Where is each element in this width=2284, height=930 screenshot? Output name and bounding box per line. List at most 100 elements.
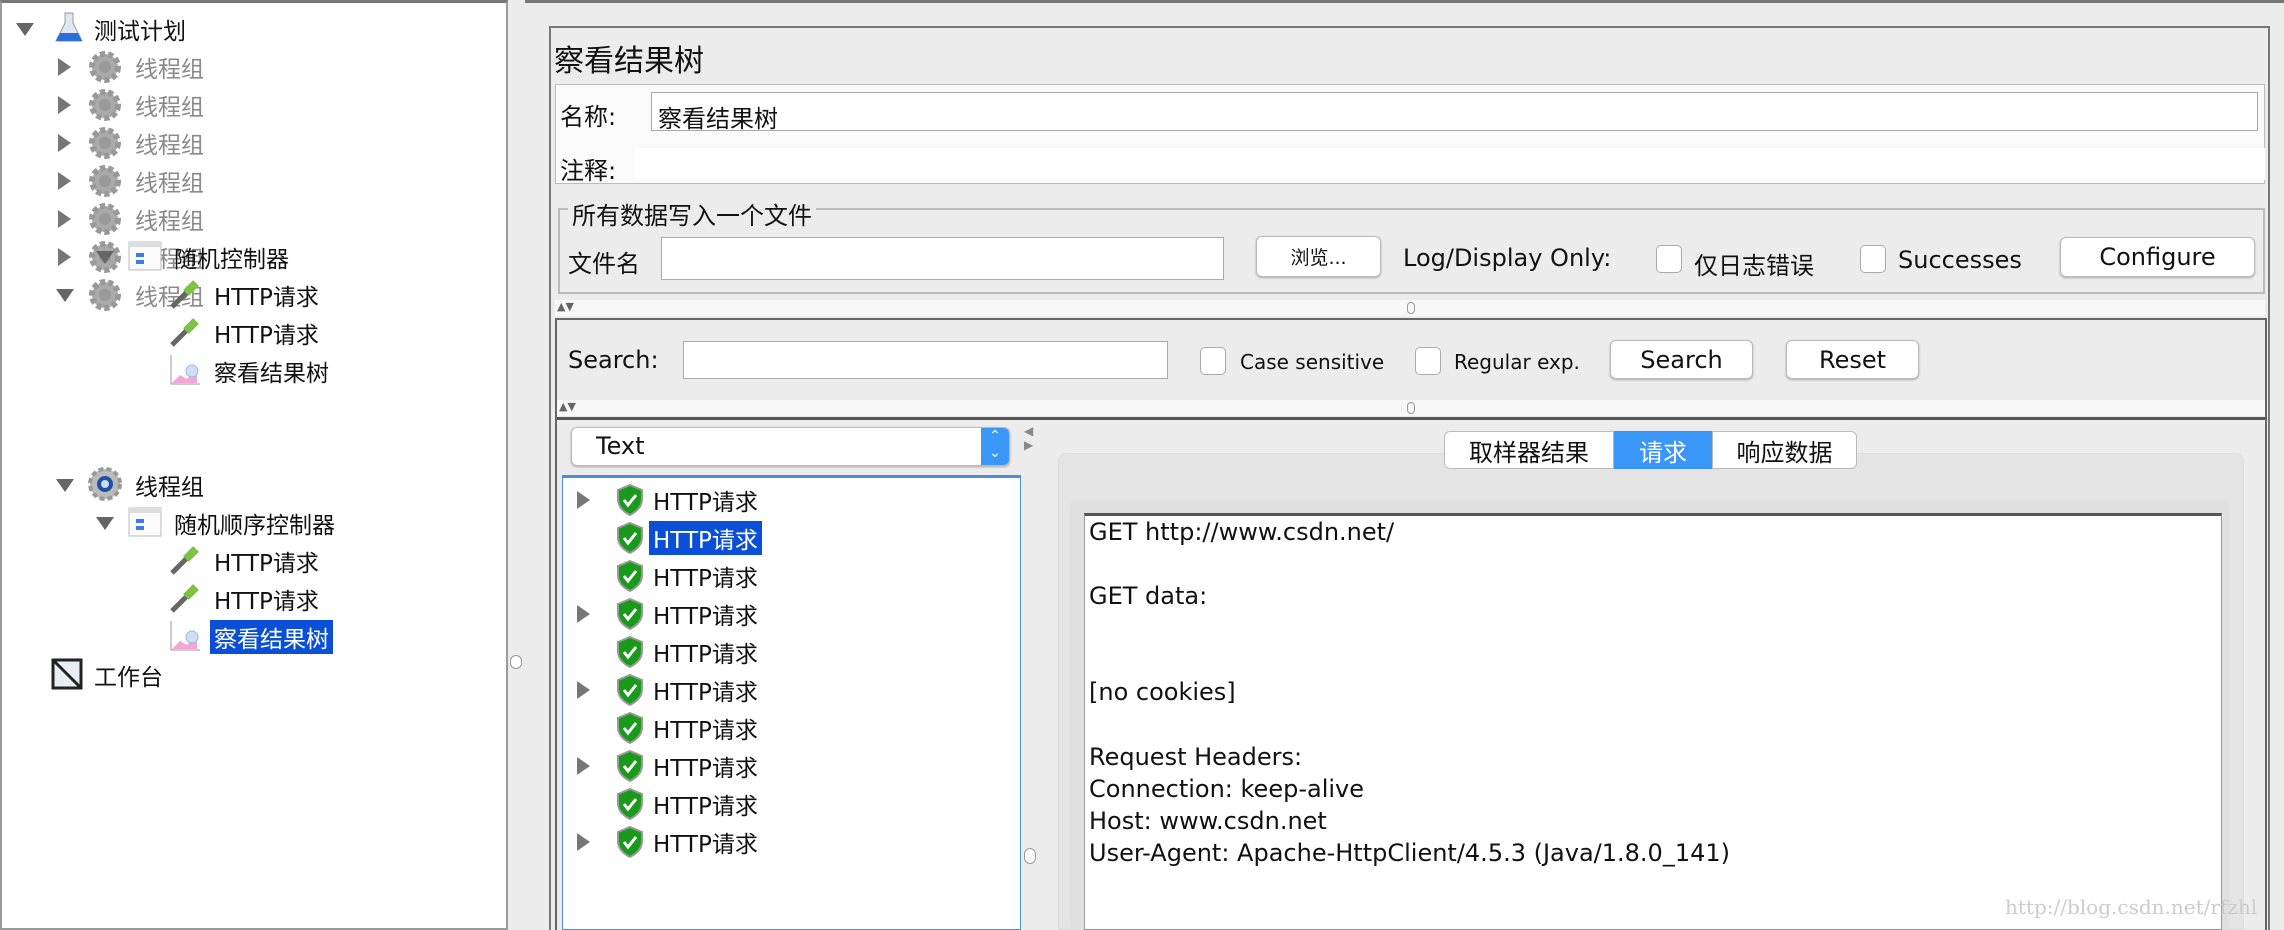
expand-toggle-icon[interactable] — [58, 134, 71, 152]
tree-label: 工作台 — [94, 665, 163, 691]
tree-label: 随机控制器 — [174, 247, 289, 273]
search-input[interactable] — [683, 341, 1168, 379]
tree-label: HTTP请求 — [214, 285, 319, 311]
sample-label: HTTP请求 — [653, 604, 758, 630]
tree-label: 线程组 — [135, 475, 204, 501]
http-sampler-icon — [170, 584, 199, 613]
success-shield-icon — [617, 597, 643, 631]
tab-0[interactable]: 取样器结果 — [1444, 431, 1614, 469]
tree-label: HTTP请求 — [214, 551, 319, 577]
configure-button[interactable]: Configure — [2060, 237, 2255, 277]
controller-icon — [128, 241, 162, 271]
case-sensitive-label: Case sensitive — [1240, 350, 1385, 374]
collapse-arrows-icon[interactable]: ◀ ▶ — [1024, 424, 1033, 452]
select-arrows-icon: ⌃ ⌄ — [981, 428, 1009, 465]
tree-label: 线程组 — [135, 209, 204, 235]
sample-label: HTTP请求 — [653, 642, 758, 668]
expand-toggle-icon[interactable] — [58, 96, 71, 114]
name-input[interactable]: 察看结果树 — [651, 92, 2258, 133]
gear-icon — [88, 467, 122, 501]
sample-label: HTTP请求 — [653, 794, 758, 820]
expand-toggle-icon[interactable] — [577, 833, 590, 851]
results-tree-icon — [170, 355, 200, 385]
success-shield-icon — [617, 787, 643, 821]
reset-button[interactable]: Reset — [1786, 340, 1919, 379]
http-sampler-icon — [170, 546, 199, 575]
expand-toggle-icon[interactable] — [56, 479, 74, 492]
expand-toggle-icon[interactable] — [577, 491, 590, 509]
tree-label: 线程组 — [135, 57, 204, 83]
expand-toggle-icon[interactable] — [58, 58, 71, 76]
file-legend: 所有数据写入一个文件 — [568, 196, 816, 231]
workbench-icon — [51, 658, 83, 690]
request-text-line: [no cookies] — [1089, 678, 1236, 706]
regex-checkbox[interactable] — [1415, 347, 1441, 375]
request-text-line: Request Headers: — [1089, 743, 1303, 771]
tree-label: HTTP请求 — [214, 323, 319, 349]
page-title: 察看结果树 — [554, 44, 704, 79]
expand-toggle-icon[interactable] — [16, 23, 34, 36]
filename-input[interactable] — [661, 237, 1224, 280]
success-shield-icon — [617, 749, 643, 783]
split-divider[interactable] — [508, 0, 525, 930]
success-shield-icon — [617, 483, 643, 517]
errors-only-label: 仅日志错误 — [1694, 252, 1814, 280]
http-sampler-icon — [170, 280, 199, 309]
request-text-area[interactable] — [1084, 513, 2222, 930]
sample-label: HTTP请求 — [649, 521, 762, 555]
expand-toggle-icon[interactable] — [58, 172, 71, 190]
request-text-line: User-Agent: Apache-HttpClient/4.5.3 (Jav… — [1089, 839, 1730, 867]
errors-only-checkbox[interactable] — [1656, 245, 1682, 273]
log-display-label: Log/Display Only: — [1403, 244, 1612, 272]
splitter-handle[interactable]: ▲▼ — [557, 400, 2265, 416]
tab-2[interactable]: 响应数据 — [1712, 431, 1857, 469]
tree-label: 测试计划 — [94, 19, 186, 45]
success-shield-icon — [617, 673, 643, 707]
request-text-line: GET http://www.csdn.net/ — [1089, 518, 1395, 546]
renderer-select[interactable]: Text ⌃ ⌄ — [571, 427, 1010, 466]
success-shield-icon — [617, 559, 643, 593]
sample-label: HTTP请求 — [653, 832, 758, 858]
gear-icon-disabled — [89, 165, 121, 197]
search-button[interactable]: Search — [1610, 340, 1753, 379]
test-plan-tree[interactable]: 测试计划 线程组 线程组 线程组 线程组 线程组 线程组 线程组 随机控制器 HTTP请求 H… — [0, 0, 508, 930]
tree-label: 线程组 — [135, 171, 204, 197]
expand-toggle-icon[interactable] — [56, 289, 74, 302]
splitter-handle[interactable] — [1024, 848, 1036, 864]
sample-label: HTTP请求 — [653, 680, 758, 706]
filename-label: 文件名 — [568, 250, 640, 278]
expand-toggle-icon[interactable] — [58, 248, 71, 266]
success-shield-icon — [617, 521, 643, 555]
tree-label: 察看结果树 — [210, 620, 333, 654]
request-text-line: Connection: keep-alive — [1089, 775, 1364, 803]
http-sampler-icon — [170, 318, 199, 347]
sample-label: HTTP请求 — [653, 756, 758, 782]
sample-label: HTTP请求 — [653, 718, 758, 744]
comment-input[interactable] — [635, 148, 2265, 180]
renderer-value: Text — [596, 432, 645, 460]
tree-label: 线程组 — [135, 133, 204, 159]
expand-toggle-icon[interactable] — [577, 681, 590, 699]
expand-toggle-icon[interactable] — [577, 757, 590, 775]
comment-label: 注释: — [560, 157, 617, 185]
tab-1[interactable]: 请求 — [1614, 431, 1712, 469]
sample-label: HTTP请求 — [653, 490, 758, 516]
case-sensitive-checkbox[interactable] — [1200, 347, 1226, 375]
tree-label: 随机顺序控制器 — [174, 513, 335, 539]
gear-icon-disabled — [89, 51, 121, 83]
gear-icon-disabled — [89, 89, 121, 121]
name-label: 名称: — [560, 103, 617, 131]
gear-icon-disabled — [89, 127, 121, 159]
expand-toggle-icon[interactable] — [96, 517, 114, 530]
sample-results-list[interactable]: HTTP请求 HTTP请求 HTTP请求 HTTP请求 HTTP请求 HTTP请求 HTTP… — [562, 475, 1021, 930]
expand-toggle-icon[interactable] — [58, 210, 71, 228]
tree-label: 察看结果树 — [214, 361, 329, 387]
success-shield-icon — [617, 825, 643, 859]
expand-toggle-icon[interactable] — [577, 605, 590, 623]
successes-label: Successes — [1898, 246, 2022, 274]
browse-button[interactable]: 浏览... — [1256, 236, 1381, 277]
splitter-handle[interactable]: ▲▼ — [555, 300, 2265, 316]
tree-label: 线程组 — [135, 95, 204, 121]
successes-checkbox[interactable] — [1860, 245, 1886, 273]
expand-toggle-icon[interactable] — [96, 251, 114, 264]
